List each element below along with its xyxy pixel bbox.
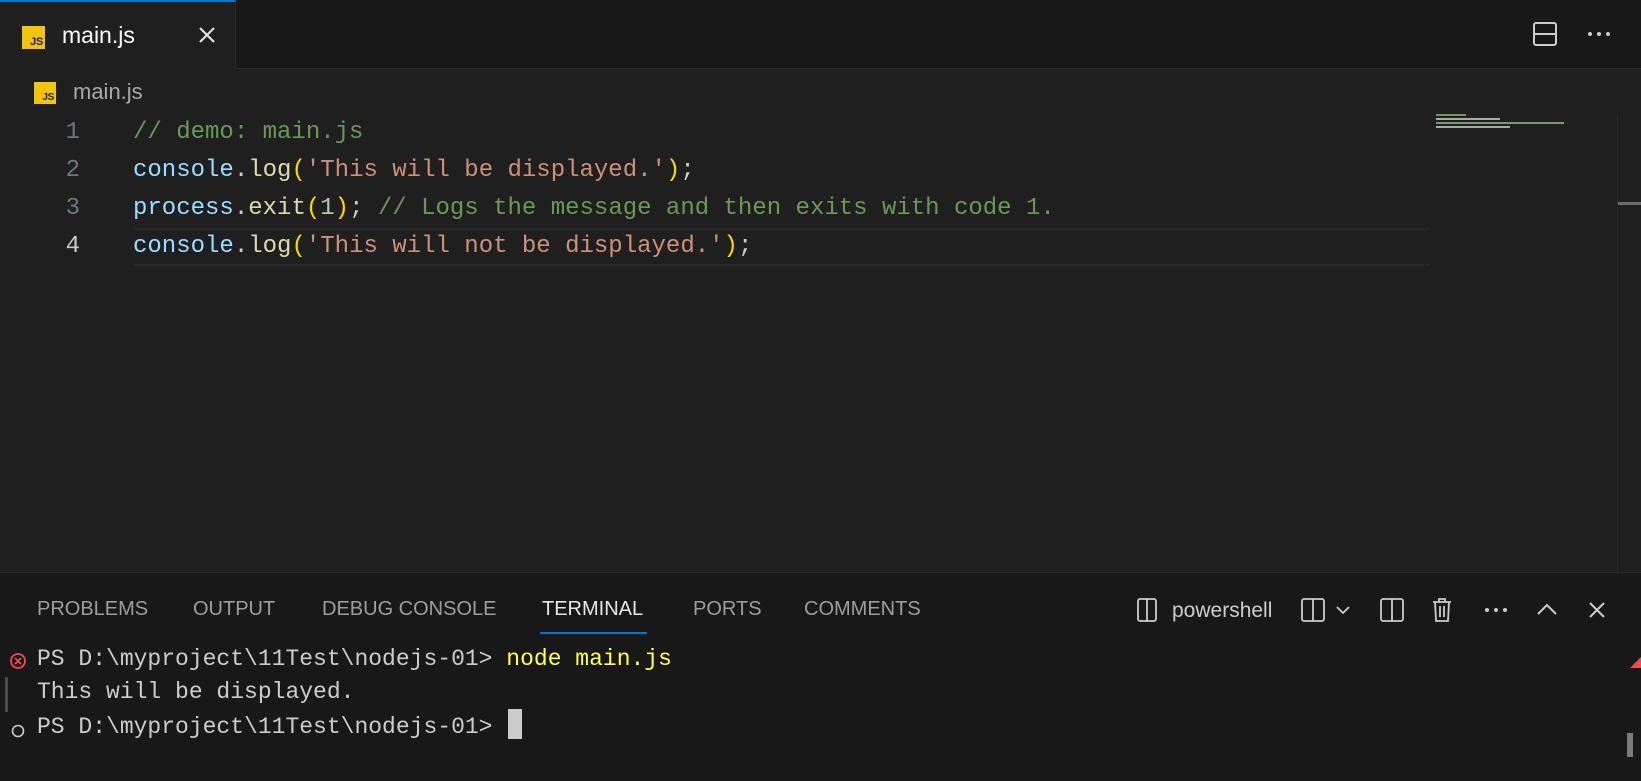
minimap-line	[1436, 122, 1564, 124]
split-editor-icon[interactable]	[1532, 21, 1558, 47]
minimap[interactable]	[1436, 114, 1576, 154]
code-line[interactable]: 1 // demo: main.js	[0, 114, 1430, 152]
code-line-current[interactable]: 4 console.log('This will not be displaye…	[0, 228, 1430, 266]
line-number: 3	[65, 195, 80, 222]
overview-ruler-error-marker	[1630, 649, 1641, 668]
maximize-panel-icon[interactable]	[1534, 596, 1560, 629]
close-icon[interactable]	[194, 22, 220, 50]
code-token: console	[133, 157, 234, 184]
javascript-file-icon: JS	[34, 82, 56, 104]
code-token: .	[233, 157, 249, 184]
tab-comments[interactable]: COMMENTS	[804, 598, 921, 621]
line-code[interactable]: console.log('This will be displayed.');	[133, 152, 695, 190]
tab-debug-console[interactable]: DEBUG CONSOLE	[322, 598, 496, 621]
tab-ports[interactable]: PORTS	[693, 598, 762, 621]
terminal-name[interactable]: powershell	[1172, 599, 1272, 623]
line-number: 4	[65, 233, 80, 260]
code-line[interactable]: 3 process.exit(1); // Logs the message a…	[0, 190, 1430, 228]
code-token: process	[133, 195, 234, 222]
pending-circle-icon[interactable]	[11, 719, 25, 738]
breadcrumb-file[interactable]: main.js	[73, 79, 143, 105]
code-token: .	[233, 233, 249, 260]
editor-tab-bar: JS main.js	[0, 0, 1641, 69]
code-token: ;	[737, 233, 753, 260]
terminal-cursor	[508, 709, 523, 739]
scrollbar-thumb[interactable]	[1618, 202, 1641, 205]
split-panel-icon[interactable]	[1378, 596, 1406, 629]
terminal-line[interactable]: PS D:\myproject\11Test\nodejs-01>	[37, 709, 523, 742]
terminal-output-text: This will be displayed.	[37, 679, 355, 705]
code-token: log	[248, 157, 292, 184]
code-token: ;	[349, 195, 378, 222]
error-circle-icon[interactable]	[9, 651, 27, 669]
code-token: )	[334, 195, 350, 222]
bottom-panel: PROBLEMS OUTPUT DEBUG CONSOLE TERMINAL P…	[0, 572, 1641, 781]
tab-problems[interactable]: PROBLEMS	[37, 598, 148, 621]
code-token: .	[233, 195, 249, 222]
chevron-down-icon[interactable]	[1333, 596, 1353, 629]
terminal-instance-icon[interactable]	[1136, 597, 1158, 623]
tab-output[interactable]: OUTPUT	[193, 598, 275, 621]
code-token: )	[665, 157, 681, 184]
code-token: (	[291, 157, 306, 184]
line-number: 2	[65, 157, 80, 184]
line-code[interactable]: console.log('This will not be displayed.…	[133, 228, 752, 266]
code-line[interactable]: 2 console.log('This will be displayed.')…	[0, 152, 1430, 190]
code-token: exit	[248, 195, 306, 222]
code-token: (	[305, 195, 321, 222]
trash-icon[interactable]	[1429, 596, 1455, 629]
code-editor[interactable]: 1 // demo: main.js 2 console.log('This w…	[0, 114, 1641, 572]
code-token: ;	[680, 157, 695, 184]
code-token: // Logs the message and then exits with …	[377, 195, 1055, 222]
code-token: log	[248, 233, 292, 260]
javascript-file-icon: JS	[22, 26, 45, 49]
terminal-line: This will be displayed.	[37, 676, 354, 709]
more-actions-icon[interactable]	[1584, 20, 1614, 48]
line-number: 1	[65, 119, 80, 146]
code-token: 1	[320, 195, 335, 222]
code-token: // demo: main.js	[133, 119, 364, 146]
minimap-line	[1436, 118, 1500, 120]
terminal-command: node main.js	[506, 646, 672, 672]
minimap-line	[1436, 126, 1510, 128]
terminal-prompt: PS D:\myproject\11Test\nodejs-01>	[37, 646, 507, 672]
line-code[interactable]: // demo: main.js	[133, 114, 363, 152]
close-panel-icon[interactable]	[1584, 596, 1610, 629]
editor-scrollbar[interactable]	[1617, 114, 1641, 572]
tab-terminal[interactable]: TERMINAL	[539, 598, 648, 634]
line-code[interactable]: process.exit(1); // Logs the message and…	[133, 190, 1055, 228]
terminal-line: PS D:\myproject\11Test\nodejs-01> node m…	[37, 643, 672, 676]
code-token: console	[133, 233, 234, 260]
tab-label: main.js	[62, 22, 135, 48]
minimap-line	[1436, 114, 1466, 116]
tab-main-js[interactable]: JS main.js	[0, 0, 236, 69]
code-token: )	[723, 233, 738, 260]
code-token: (	[291, 233, 306, 260]
split-terminal-icon[interactable]	[1300, 596, 1328, 629]
command-decoration-bar	[5, 677, 8, 712]
terminal-scrollbar[interactable]	[1627, 733, 1633, 757]
more-actions-icon[interactable]	[1481, 596, 1511, 629]
code-token: 'This will be displayed.'	[305, 157, 666, 184]
terminal-prompt: PS D:\myproject\11Test\nodejs-01>	[37, 714, 507, 740]
code-token: 'This will not be displayed.'	[305, 233, 724, 260]
